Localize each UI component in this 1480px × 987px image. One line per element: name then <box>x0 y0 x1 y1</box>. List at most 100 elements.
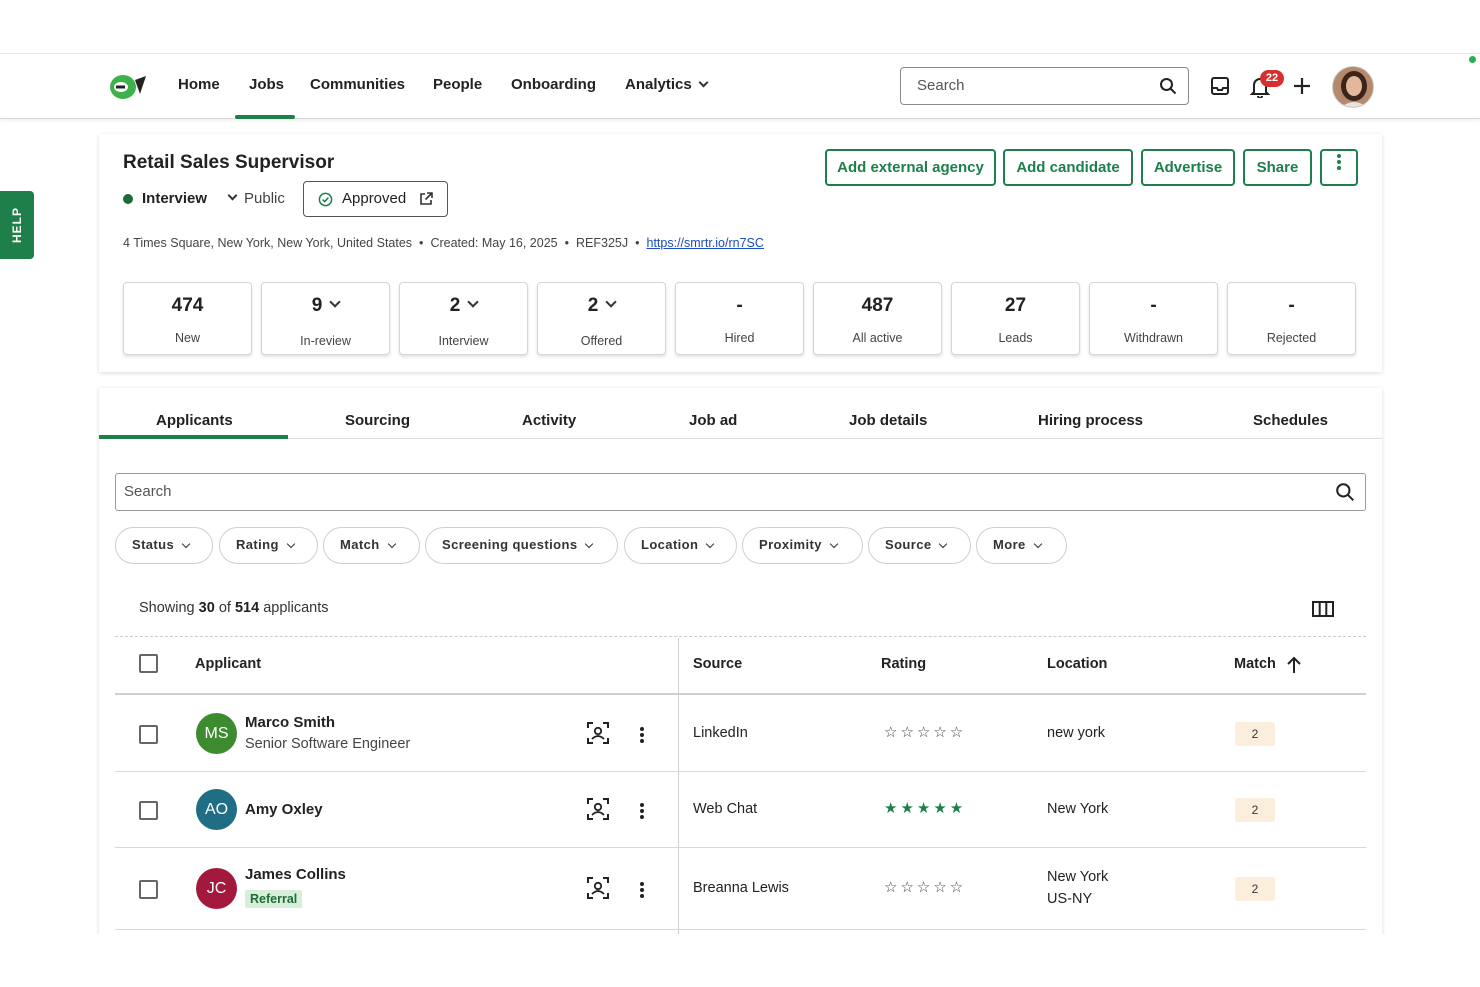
stat-in-review[interactable]: 9 In-review <box>261 282 390 355</box>
filter-proximity[interactable]: Proximity <box>742 527 863 564</box>
global-search-input[interactable] <box>917 77 1137 94</box>
avatar: AO <box>196 789 237 830</box>
profile-scan-icon[interactable] <box>586 721 610 745</box>
nav-home[interactable]: Home <box>178 76 220 93</box>
column-source[interactable]: Source <box>693 656 742 672</box>
more-vertical-icon[interactable] <box>640 725 644 745</box>
nav-communities[interactable]: Communities <box>310 76 405 93</box>
tab-applicants[interactable]: Applicants <box>156 412 233 429</box>
inbox-icon[interactable] <box>1210 76 1230 96</box>
stat-interview[interactable]: 2 Interview <box>399 282 528 355</box>
stat-new[interactable]: 474 New <box>123 282 252 355</box>
stat-offered[interactable]: 2 Offered <box>537 282 666 355</box>
search-icon[interactable] <box>1335 482 1355 502</box>
search-icon[interactable] <box>1159 77 1177 95</box>
stat-withdrawn[interactable]: - Withdrawn <box>1089 282 1218 355</box>
help-tab[interactable]: HELP <box>0 191 34 259</box>
row-checkbox[interactable] <box>139 880 158 899</box>
more-actions-button[interactable] <box>1320 149 1358 186</box>
chevron-down-icon <box>939 539 948 549</box>
rating-stars[interactable]: ☆☆☆☆☆ <box>884 878 966 896</box>
chevron-down-icon <box>387 539 396 549</box>
avatar: MS <box>196 713 237 754</box>
more-vertical-icon[interactable] <box>640 801 644 821</box>
tab-divider <box>99 438 1382 439</box>
applicant-search <box>115 473 1366 511</box>
stat-value: 27 <box>1004 295 1027 316</box>
nav-analytics[interactable]: Analytics <box>625 76 709 93</box>
filter-location[interactable]: Location <box>624 527 737 564</box>
filter-match[interactable]: Match <box>323 527 420 564</box>
applicant-name[interactable]: Marco Smith <box>245 714 335 731</box>
column-match[interactable]: Match <box>1234 656 1276 672</box>
more-vertical-icon <box>1337 152 1341 172</box>
stat-rejected[interactable]: - Rejected <box>1227 282 1356 355</box>
column-rating[interactable]: Rating <box>881 656 926 672</box>
share-button[interactable]: Share <box>1243 149 1312 186</box>
add-external-agency-button[interactable]: Add external agency <box>825 149 996 186</box>
applicant-name[interactable]: Amy Oxley <box>245 801 323 818</box>
arrow-up-icon[interactable] <box>1286 656 1302 674</box>
row-checkbox[interactable] <box>139 725 158 744</box>
smartrecruiters-logo[interactable] <box>108 70 148 104</box>
filter-source[interactable]: Source <box>868 527 971 564</box>
header-divider <box>115 693 1366 695</box>
more-vertical-icon[interactable] <box>640 880 644 900</box>
applicant-location: new york <box>1047 725 1106 741</box>
filter-rating[interactable]: Rating <box>219 527 318 564</box>
tab-activity[interactable]: Activity <box>522 412 576 429</box>
stat-value-text: 9 <box>311 295 323 316</box>
job-status-dropdown[interactable]: Interview <box>142 190 207 207</box>
column-applicant[interactable]: Applicant <box>195 656 261 672</box>
stat-all-active[interactable]: 487 All active <box>813 282 942 355</box>
stat-hired[interactable]: - Hired <box>675 282 804 355</box>
match-score: 2 <box>1235 798 1275 822</box>
filter-label: Location <box>641 537 699 552</box>
approved-label: Approved <box>342 190 407 207</box>
nav-people[interactable]: People <box>433 76 482 93</box>
applicant-location: New York <box>1047 801 1109 817</box>
tab-active-indicator <box>99 435 288 439</box>
stat-leads[interactable]: 27 Leads <box>951 282 1080 355</box>
applicant-source: Web Chat <box>693 801 758 817</box>
tab-job-ad[interactable]: Job ad <box>689 412 737 429</box>
applicant-name[interactable]: James Collins <box>245 866 346 883</box>
columns-icon[interactable] <box>1312 601 1334 617</box>
row-checkbox[interactable] <box>139 801 158 820</box>
row-divider <box>115 771 1366 772</box>
advertise-button[interactable]: Advertise <box>1141 149 1235 186</box>
nav-onboarding[interactable]: Onboarding <box>511 76 596 93</box>
chevron-down-icon[interactable] <box>227 190 238 201</box>
profile-scan-icon[interactable] <box>586 797 610 821</box>
tab-hiring-process[interactable]: Hiring process <box>1038 412 1143 429</box>
filter-status[interactable]: Status <box>115 527 213 564</box>
chevron-down-icon <box>329 296 341 308</box>
select-all-checkbox[interactable] <box>139 654 158 673</box>
rating-stars[interactable]: ☆☆☆☆☆ <box>884 723 966 741</box>
filter-more[interactable]: More <box>976 527 1067 564</box>
stat-value: 9 <box>262 295 389 317</box>
rating-stars[interactable]: ★★★★★ <box>884 799 966 817</box>
job-visibility: Public <box>244 190 285 207</box>
job-short-link[interactable]: https://smrtr.io/rn7SC <box>647 236 764 250</box>
chevron-down-icon <box>286 539 296 549</box>
filter-screening-questions[interactable]: Screening questions <box>425 527 618 564</box>
job-header-card: Retail Sales Supervisor Interview Public… <box>99 134 1382 372</box>
applicant-search-input[interactable] <box>124 483 1304 500</box>
profile-scan-icon[interactable] <box>586 876 610 900</box>
row-divider <box>115 847 1366 848</box>
approved-button[interactable]: Approved <box>303 181 448 217</box>
plus-icon[interactable] <box>1293 77 1311 95</box>
tab-schedules[interactable]: Schedules <box>1253 412 1328 429</box>
stat-value: 474 <box>171 295 204 316</box>
chevron-down-icon <box>706 539 715 549</box>
nav-jobs[interactable]: Jobs <box>249 76 284 93</box>
column-location[interactable]: Location <box>1047 656 1107 672</box>
filter-label: More <box>993 537 1026 552</box>
tab-sourcing[interactable]: Sourcing <box>345 412 410 429</box>
add-candidate-button[interactable]: Add candidate <box>1003 149 1133 186</box>
stat-value: 2 <box>538 295 665 317</box>
tab-job-details[interactable]: Job details <box>849 412 927 429</box>
chevron-down-icon <box>1033 539 1042 549</box>
user-avatar[interactable] <box>1332 66 1374 108</box>
